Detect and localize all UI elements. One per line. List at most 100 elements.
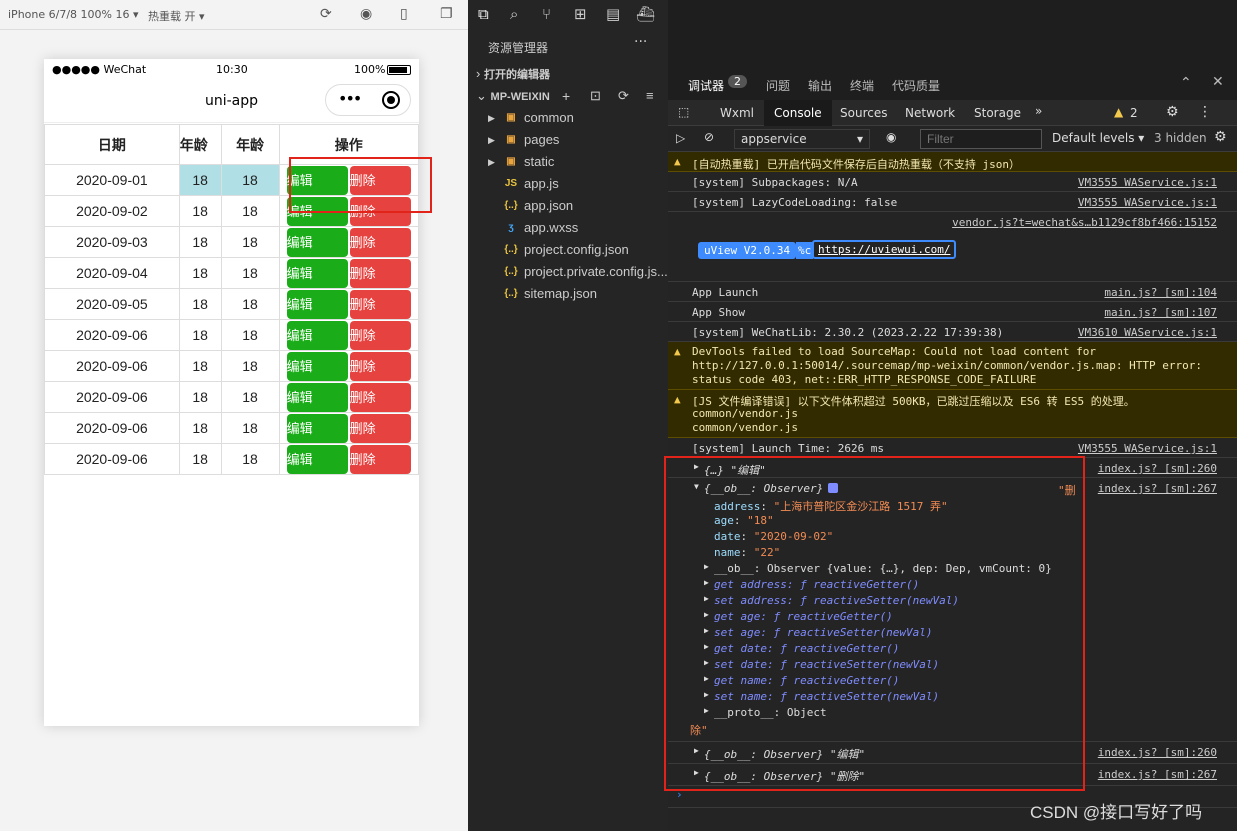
delete-button[interactable]: 删除 (349, 382, 411, 412)
delete-button[interactable]: 删除 (349, 289, 411, 319)
log-source-link[interactable]: index.js? [sm]:260 (1098, 462, 1217, 475)
json-icon: {..} (504, 288, 518, 299)
new-folder-icon[interactable]: ⊡ (590, 85, 601, 107)
collapse-icon[interactable]: ≡ (646, 85, 654, 107)
sidebar-toggle-icon[interactable]: ▷ (676, 131, 685, 145)
delete-button[interactable]: 删除 (349, 258, 411, 288)
table-row: 2020-09-06 18 18 编辑 删除 (44, 381, 419, 413)
device-select[interactable]: iPhone 6/7/8 100% 16 ▾ (8, 8, 139, 21)
delete-button[interactable]: 删除 (349, 320, 411, 350)
file-tree-item[interactable]: {..} sitemap.json (468, 283, 668, 305)
file-tree-item[interactable]: ▶ ▣ pages (468, 129, 668, 151)
log-source-link[interactable]: VM3555 WAService.js:1 (1078, 442, 1217, 455)
log-source-link[interactable]: main.js? [sm]:107 (1104, 306, 1217, 319)
log-source-link[interactable]: VM3610 WAService.js:1 (1078, 326, 1217, 339)
tab-problems[interactable]: 问题 (766, 77, 790, 94)
source-control-icon[interactable]: ⑂ (542, 5, 551, 23)
log-source-link[interactable]: main.js? [sm]:104 (1104, 286, 1217, 299)
edit-button[interactable]: 编辑 (286, 444, 348, 474)
chevron-right-icon: ▶ (488, 135, 495, 145)
cell-date: 2020-09-03 (44, 226, 180, 258)
tab-debugger[interactable]: 调试器 (688, 77, 724, 94)
delete-button[interactable]: 删除 (349, 444, 411, 474)
simulator-pane: iPhone 6/7/8 100% 16 ▾ 热重载 开 ▾ ⟳ ◉ ▯ ❐ ●… (0, 0, 468, 831)
log-source-link[interactable]: VM3555 WAService.js:1 (1078, 196, 1217, 209)
file-tree-item[interactable]: {..} project.config.json (468, 239, 668, 261)
tab-code-quality[interactable]: 代码质量 (892, 77, 940, 94)
file-tree-item[interactable]: {..} app.json (468, 195, 668, 217)
context-select[interactable]: appservice ▾ (734, 129, 870, 149)
close-icon[interactable]: ✕ (1212, 74, 1224, 90)
console-log-entry: [system] WeChatLib: 2.30.2 (2023.2.22 17… (668, 322, 1237, 342)
cell-date: 2020-09-04 (44, 257, 180, 289)
kebab-icon[interactable]: ⋮ (1198, 104, 1212, 120)
more-tabs-icon[interactable]: » (1035, 104, 1042, 118)
tab-network[interactable]: Network (905, 106, 955, 120)
file-tree-item[interactable]: ▶ ▣ static (468, 151, 668, 173)
edit-button[interactable]: 编辑 (286, 351, 348, 381)
settings-icon[interactable]: ⚙ (1166, 104, 1179, 120)
delete-button[interactable]: 删除 (349, 351, 411, 381)
hot-reload-toggle[interactable]: 热重载 开 ▾ (148, 8, 205, 24)
console-log-entry: vendor.js?t=wechat&s…b1129cf8bf466:15152… (668, 212, 1237, 282)
window-icon[interactable]: ❐ (440, 6, 453, 22)
search-icon[interactable]: ⌕ (510, 5, 518, 23)
tab-terminal[interactable]: 终端 (850, 77, 874, 94)
edit-button[interactable]: 编辑 (286, 320, 348, 350)
chevron-up-icon[interactable]: ⌃ (1180, 75, 1192, 91)
new-file-icon[interactable]: + (562, 85, 570, 107)
tab-sources[interactable]: Sources (840, 106, 887, 120)
close-mini-icon[interactable] (382, 91, 400, 109)
menu-capsule[interactable]: ••• (325, 84, 411, 116)
uview-format: %c (796, 242, 814, 259)
refresh-explorer-icon[interactable]: ⟳ (618, 85, 629, 107)
tab-storage[interactable]: Storage (974, 106, 1021, 120)
column-header-date: 日期 (44, 124, 180, 165)
file-tree-item[interactable]: ʒ app.wxss (468, 217, 668, 239)
log-source-link[interactable]: index.js? [sm]:267 (1098, 768, 1217, 781)
tab-output[interactable]: 输出 (808, 77, 832, 94)
levels-select[interactable]: Default levels ▾ (1052, 131, 1144, 145)
file-tree-item[interactable]: JS app.js (468, 173, 668, 195)
console-settings-icon[interactable]: ⚙ (1214, 129, 1227, 145)
refresh-icon[interactable]: ⟳ (320, 6, 332, 22)
edit-button[interactable]: 编辑 (286, 227, 348, 257)
tab-console[interactable]: Console (764, 100, 832, 126)
inspect-icon[interactable]: ⬚ (678, 105, 689, 119)
edit-button[interactable]: 编辑 (286, 413, 348, 443)
extensions-icon[interactable]: ⊞ (574, 5, 587, 23)
delete-button[interactable]: 删除 (349, 227, 411, 257)
more-icon[interactable]: ••• (338, 89, 362, 108)
warning-icon: ▲ (1114, 105, 1124, 119)
edit-button[interactable]: 编辑 (286, 258, 348, 288)
file-tree-item[interactable]: ▶ ▣ common (468, 107, 668, 129)
files-icon[interactable]: ⧉ (478, 5, 489, 23)
eye-icon[interactable]: ◉ (886, 130, 896, 144)
uview-link[interactable]: https://uviewui.com/ (812, 240, 957, 259)
highlight-box-buttons (289, 157, 432, 213)
log-source-link[interactable]: VM3555 WAService.js:1 (1078, 176, 1217, 189)
stop-icon[interactable]: ◉ (360, 6, 372, 22)
filter-input[interactable] (920, 129, 1042, 149)
log-source-link[interactable]: index.js? [sm]:267 (1098, 482, 1217, 495)
more-actions-icon[interactable]: ··· (634, 34, 647, 50)
edit-button[interactable]: 编辑 (286, 382, 348, 412)
clear-console-icon[interactable]: ⊘ (704, 130, 714, 144)
console-log-entry: App Launch main.js? [sm]:104 (668, 282, 1237, 302)
tab-wxml[interactable]: Wxml (720, 106, 754, 120)
project-section[interactable]: ⌄ MP-WEIXIN + ⊡ ⟳ ≡ (468, 85, 668, 107)
open-editors-section[interactable]: › 打开的编辑器 (468, 63, 668, 85)
edit-button[interactable]: 编辑 (286, 289, 348, 319)
console-log-entry: ▲ [自动热重载] 已开启代码文件保存后自动热重载（不支持 json） (668, 152, 1237, 172)
cell-age-2: 18 (220, 412, 280, 444)
log-source-link[interactable]: index.js? [sm]:260 (1098, 746, 1217, 759)
docker-icon[interactable]: ⛴ (636, 5, 655, 23)
cell-age: 18 (178, 443, 222, 475)
file-tree-item[interactable]: {..} project.private.config.js... (468, 261, 668, 283)
phone-icon[interactable]: ▯ (400, 6, 408, 22)
cell-age: 18 (178, 350, 222, 382)
log-source-link[interactable]: vendor.js?t=wechat&s…b1129cf8bf466:15152 (952, 216, 1217, 229)
storage-icon[interactable]: ▤ (606, 5, 620, 23)
cell-date: 2020-09-06 (44, 381, 180, 413)
delete-button[interactable]: 删除 (349, 413, 411, 443)
